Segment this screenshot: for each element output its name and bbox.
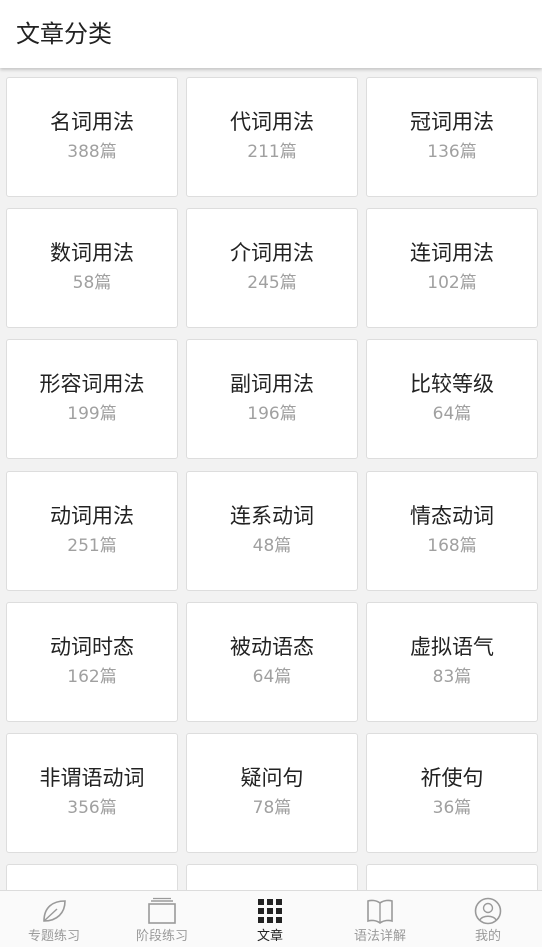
article-count: 388篇 xyxy=(67,142,117,162)
category-card-partial[interactable] xyxy=(186,864,358,890)
leaf-icon xyxy=(43,900,66,922)
app-header: 文章分类 xyxy=(0,0,542,68)
stack-icon xyxy=(148,897,176,924)
category-name: 数词用法 xyxy=(50,241,134,265)
article-count: 356篇 xyxy=(67,798,117,818)
category-name: 形容词用法 xyxy=(39,372,145,396)
tab-mine[interactable]: 我的 xyxy=(434,891,542,947)
tab-stage-practice[interactable]: 阶段练习 xyxy=(108,891,216,947)
category-card[interactable]: 数词用法 58篇 xyxy=(6,208,178,328)
category-name: 动词用法 xyxy=(50,504,134,528)
article-count: 251篇 xyxy=(67,536,117,556)
tab-topic-practice[interactable]: 专题练习 xyxy=(0,891,108,947)
category-card[interactable]: 连词用法 102篇 xyxy=(366,208,538,328)
tab-articles[interactable]: 文章 xyxy=(216,891,324,947)
category-card-partial[interactable] xyxy=(366,864,538,890)
article-count: 168篇 xyxy=(427,536,477,556)
grid-icon xyxy=(258,899,282,923)
category-card[interactable]: 名词用法 388篇 xyxy=(6,77,178,197)
tab-label: 我的 xyxy=(474,929,501,944)
category-name: 情态动词 xyxy=(410,504,494,528)
article-count: 83篇 xyxy=(432,667,472,687)
category-name: 比较等级 xyxy=(410,372,494,396)
category-card[interactable]: 副词用法 196篇 xyxy=(186,339,358,459)
category-card[interactable]: 疑问句 78篇 xyxy=(186,733,358,853)
category-card[interactable]: 代词用法 211篇 xyxy=(186,77,358,197)
category-card[interactable]: 虚拟语气 83篇 xyxy=(366,602,538,722)
category-name: 介词用法 xyxy=(230,241,314,265)
category-name: 动词时态 xyxy=(50,635,134,659)
category-name: 疑问句 xyxy=(240,766,304,790)
article-count: 211篇 xyxy=(247,142,297,162)
category-card[interactable]: 比较等级 64篇 xyxy=(366,339,538,459)
category-grid: 名词用法 388篇 代词用法 211篇 冠词用法 136篇 数词用法 58篇 介… xyxy=(0,70,542,890)
category-name: 副词用法 xyxy=(230,372,314,396)
category-name: 冠词用法 xyxy=(410,110,494,134)
tab-label: 专题练习 xyxy=(27,929,80,944)
category-name: 非谓语动词 xyxy=(39,766,145,790)
category-card[interactable]: 冠词用法 136篇 xyxy=(366,77,538,197)
category-name: 虚拟语气 xyxy=(410,635,494,659)
article-count: 64篇 xyxy=(432,404,472,424)
category-name: 连系动词 xyxy=(230,504,314,528)
tab-grammar-details[interactable]: 语法详解 xyxy=(326,891,434,947)
category-name: 代词用法 xyxy=(230,110,314,134)
article-count: 162篇 xyxy=(67,667,117,687)
category-card[interactable]: 祈使句 36篇 xyxy=(366,733,538,853)
category-card[interactable]: 动词时态 162篇 xyxy=(6,602,178,722)
article-count: 102篇 xyxy=(427,273,477,293)
page-title: 文章分类 xyxy=(16,20,112,48)
category-card[interactable]: 连系动词 48篇 xyxy=(186,471,358,591)
category-card[interactable]: 被动语态 64篇 xyxy=(186,602,358,722)
article-count: 58篇 xyxy=(72,273,112,293)
article-count: 199篇 xyxy=(67,404,117,424)
category-name: 连词用法 xyxy=(410,241,494,265)
user-icon xyxy=(474,897,502,925)
category-name: 被动语态 xyxy=(230,635,314,659)
tab-label: 语法详解 xyxy=(353,929,406,944)
category-card[interactable]: 动词用法 251篇 xyxy=(6,471,178,591)
category-name: 祈使句 xyxy=(420,766,484,790)
tab-label: 文章 xyxy=(256,929,283,944)
bottom-tab-bar: 专题练习 阶段练习 文章 语法详解 我的 xyxy=(0,890,542,947)
category-name: 名词用法 xyxy=(50,110,134,134)
category-card[interactable]: 非谓语动词 356篇 xyxy=(6,733,178,853)
book-icon xyxy=(367,899,393,924)
category-card[interactable]: 情态动词 168篇 xyxy=(366,471,538,591)
article-count: 245篇 xyxy=(247,273,297,293)
article-count: 196篇 xyxy=(247,404,297,424)
article-count: 48篇 xyxy=(252,536,292,556)
article-count: 36篇 xyxy=(432,798,472,818)
category-card-partial[interactable] xyxy=(6,864,178,890)
tab-label: 阶段练习 xyxy=(135,929,188,944)
category-card[interactable]: 介词用法 245篇 xyxy=(186,208,358,328)
category-card[interactable]: 形容词用法 199篇 xyxy=(6,339,178,459)
article-count: 136篇 xyxy=(427,142,477,162)
article-count: 78篇 xyxy=(252,798,292,818)
article-count: 64篇 xyxy=(252,667,292,687)
